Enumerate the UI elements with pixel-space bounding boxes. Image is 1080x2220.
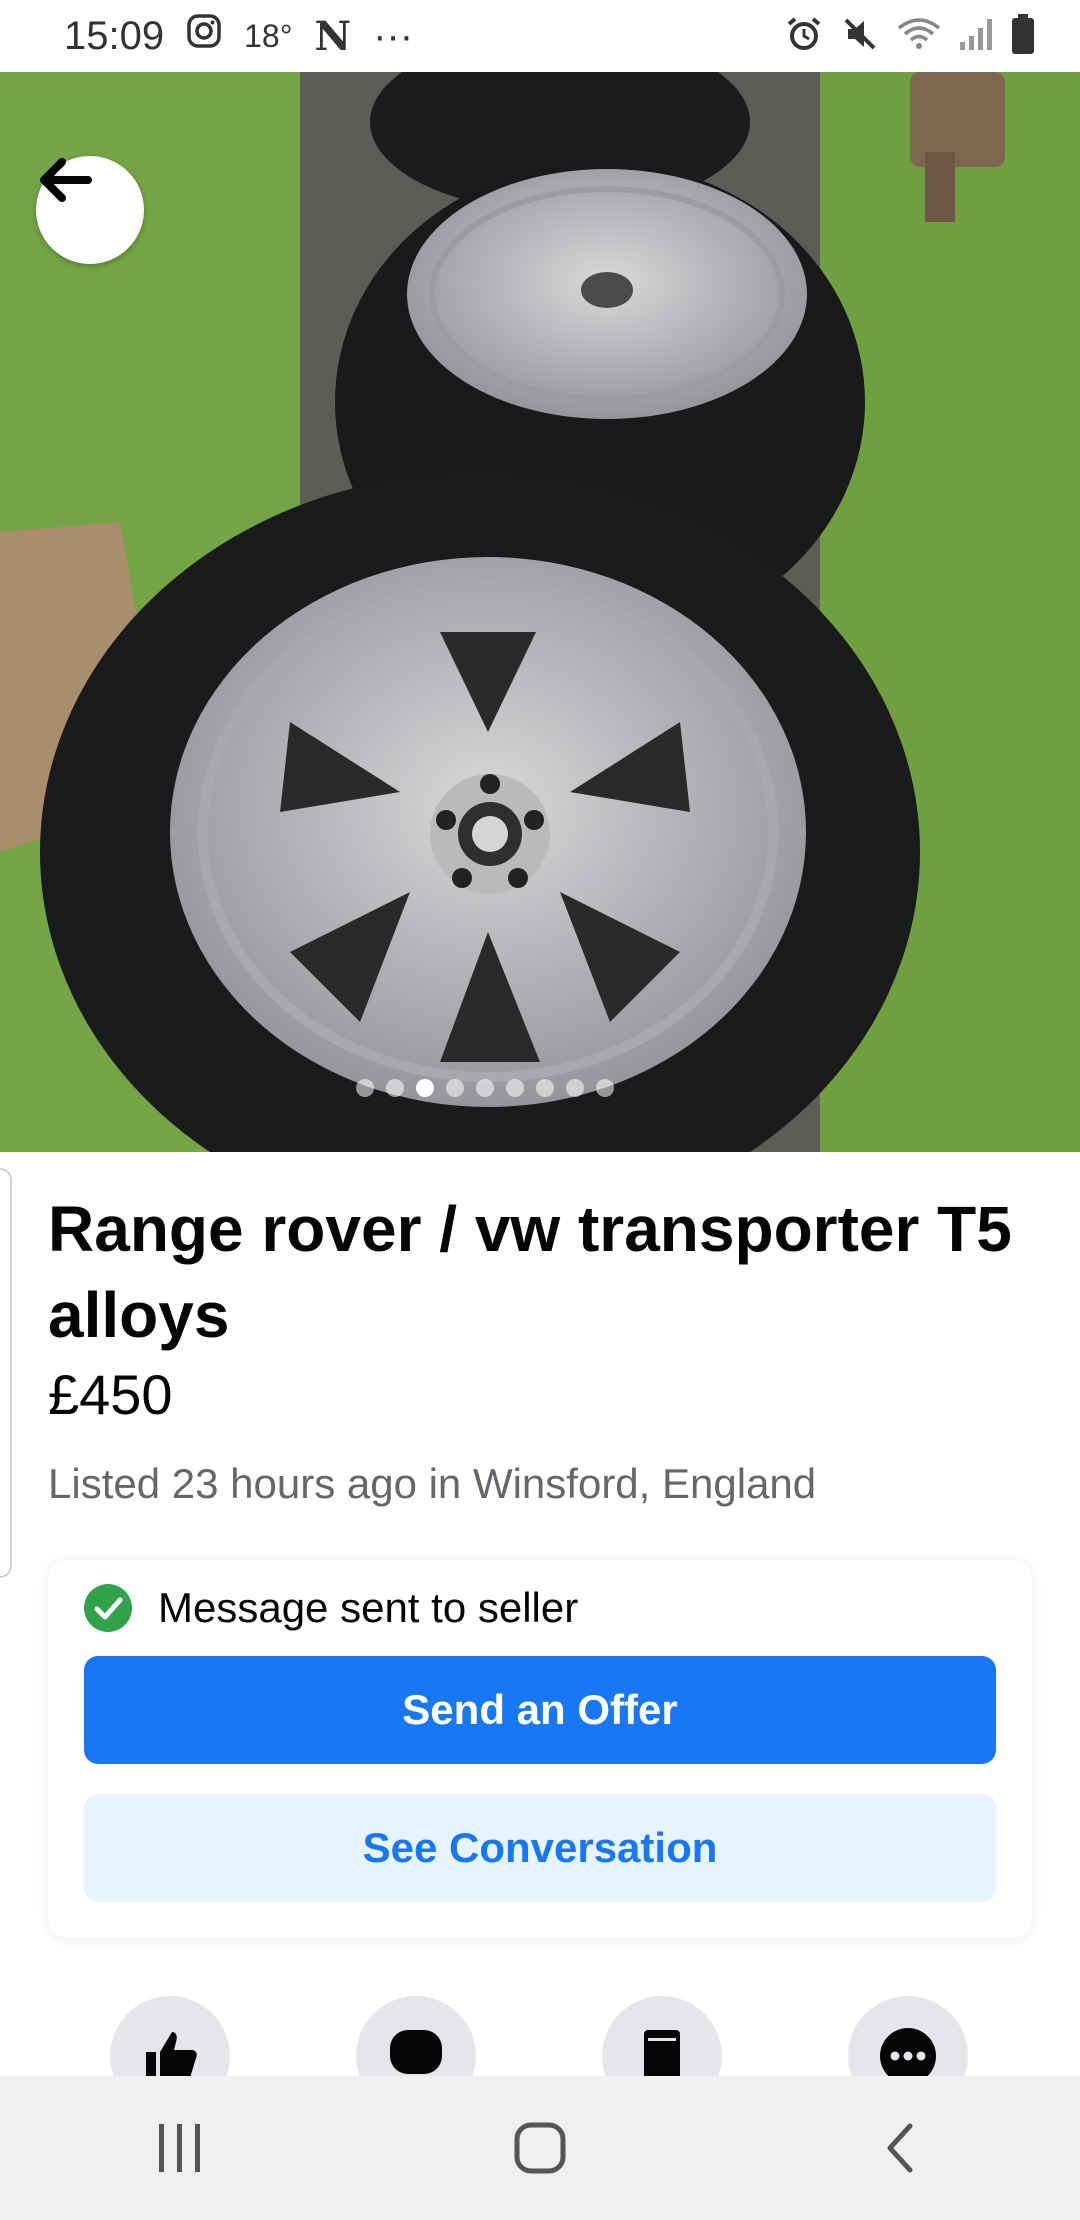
status-bar: 15:09 18° N ··· [0, 0, 1080, 72]
back-icon [887, 2123, 913, 2173]
clock: 15:09 [64, 13, 165, 58]
see-conversation-button[interactable]: See Conversation [84, 1794, 996, 1902]
listing-price: £450 [48, 1363, 173, 1426]
panel-edge [0, 1168, 12, 1578]
system-back-button[interactable] [840, 2098, 960, 2198]
home-icon [514, 2122, 566, 2174]
wheels-illustration [0, 72, 1080, 1152]
instagram-icon [186, 13, 222, 59]
listing-meta: Listed 23 hours ago in Winsford, England [48, 1460, 817, 1507]
page-dot[interactable] [566, 1079, 584, 1097]
page-dot-active[interactable] [416, 1079, 434, 1097]
more-notifications-icon: ··· [373, 13, 414, 58]
arrow-left-icon [40, 158, 92, 202]
message-status: Message sent to seller [84, 1584, 578, 1632]
alarm-icon [784, 14, 824, 59]
signal-icon [958, 14, 994, 59]
page-dot[interactable] [476, 1079, 494, 1097]
page-dot[interactable] [386, 1079, 404, 1097]
page-dot[interactable] [356, 1079, 374, 1097]
system-nav-bar [0, 2076, 1080, 2220]
contact-card: Message sent to seller Send an Offer See… [48, 1560, 1032, 1938]
status-right [784, 13, 1036, 60]
wifi-icon [896, 14, 942, 59]
page-dot[interactable] [506, 1079, 524, 1097]
listing-photo[interactable] [0, 72, 1080, 1152]
status-left: 15:09 18° N ··· [64, 13, 413, 60]
action-row [0, 1996, 1080, 2116]
temperature: 18° [244, 17, 293, 54]
recent-apps-icon [159, 2124, 200, 2172]
message-status-label: Message sent to seller [158, 1584, 579, 1631]
page-dot[interactable] [596, 1079, 614, 1097]
check-circle-icon [84, 1584, 132, 1632]
recent-apps-button[interactable] [120, 2098, 240, 2198]
mute-icon [840, 14, 880, 59]
back-button[interactable] [36, 156, 144, 264]
listing-title: Range rover / vw transporter T5 alloys [48, 1193, 1012, 1351]
app-notification-icon: N [314, 12, 352, 60]
home-button[interactable] [480, 2098, 600, 2198]
battery-icon [1010, 13, 1036, 60]
photo-pagination [0, 1079, 1025, 1097]
page-dot[interactable] [536, 1079, 554, 1097]
page-dot[interactable] [446, 1079, 464, 1097]
send-offer-button[interactable]: Send an Offer [84, 1656, 996, 1764]
